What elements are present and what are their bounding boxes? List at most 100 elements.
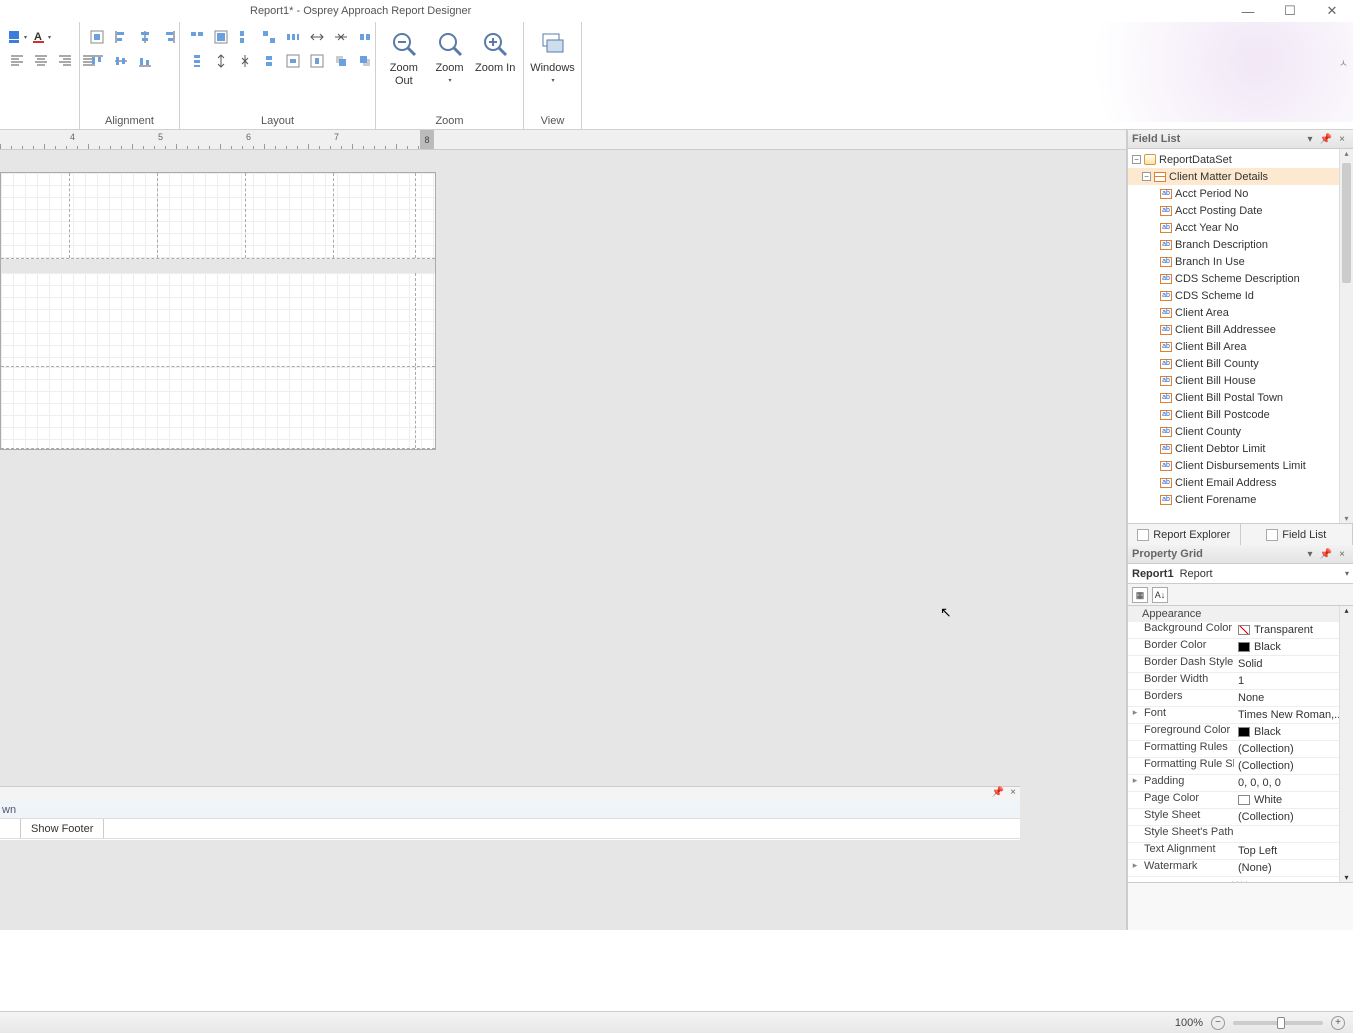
size-to-grid-button[interactable] bbox=[210, 26, 232, 48]
property-value[interactable]: Black bbox=[1234, 724, 1353, 740]
property-row[interactable]: Foreground ColorBlack bbox=[1128, 724, 1353, 741]
panel-close-icon[interactable]: × bbox=[1335, 134, 1349, 145]
field-list-tree[interactable]: − ReportDataSet − Client Matter Details … bbox=[1128, 149, 1353, 523]
tree-field[interactable]: abClient Debtor Limit bbox=[1128, 440, 1353, 457]
vspace-equal-button[interactable] bbox=[186, 50, 208, 72]
tree-field[interactable]: abClient Bill House bbox=[1128, 372, 1353, 389]
align-center-button[interactable] bbox=[30, 50, 52, 72]
bring-to-front-button[interactable] bbox=[330, 50, 352, 72]
tree-field[interactable]: abClient Email Address bbox=[1128, 474, 1353, 491]
tree-field[interactable]: abAcct Period No bbox=[1128, 185, 1353, 202]
tree-root[interactable]: − ReportDataSet bbox=[1128, 151, 1353, 168]
categorize-button[interactable]: ▦ bbox=[1132, 587, 1148, 603]
hspace-decrease-button[interactable] bbox=[330, 26, 352, 48]
property-category[interactable]: Appearance ⌃ bbox=[1128, 606, 1353, 622]
align-lefts-button[interactable] bbox=[110, 26, 132, 48]
property-row[interactable]: Style Sheet's Path bbox=[1128, 826, 1353, 843]
expand-icon[interactable]: ▸ bbox=[1128, 775, 1142, 791]
panel-menu-icon[interactable]: ▾ bbox=[1303, 549, 1317, 560]
align-rights-button[interactable] bbox=[158, 26, 180, 48]
tree-field[interactable]: abClient Bill Postcode bbox=[1128, 406, 1353, 423]
highlight-color-button[interactable]: ▾ bbox=[6, 26, 28, 48]
tree-field[interactable]: abAcct Posting Date bbox=[1128, 202, 1353, 219]
bottom-tab-row[interactable]: wn bbox=[0, 801, 1020, 819]
tree-field[interactable]: abClient County bbox=[1128, 423, 1353, 440]
make-same-width-button[interactable] bbox=[186, 26, 208, 48]
align-bottoms-button[interactable] bbox=[134, 50, 156, 72]
font-color-button[interactable]: A▾ bbox=[30, 26, 52, 48]
hspace-remove-button[interactable] bbox=[354, 26, 376, 48]
tree-field[interactable]: abClient Area bbox=[1128, 304, 1353, 321]
property-value[interactable]: Solid bbox=[1234, 656, 1353, 672]
resize-grip[interactable]: ···· bbox=[1128, 877, 1353, 883]
zoom-button[interactable]: Zoom ▾ bbox=[428, 26, 472, 110]
property-row[interactable]: BordersNone bbox=[1128, 690, 1353, 707]
property-value[interactable]: 1 bbox=[1234, 673, 1353, 689]
property-value[interactable]: (Collection) bbox=[1234, 741, 1353, 757]
bottom-cell-show-footer[interactable]: Show Footer bbox=[21, 819, 104, 838]
tree-field[interactable]: abBranch Description bbox=[1128, 236, 1353, 253]
property-row[interactable]: Border Width1 bbox=[1128, 673, 1353, 690]
property-value[interactable]: Black bbox=[1234, 639, 1353, 655]
panel-pin-icon[interactable]: 📌 bbox=[1319, 134, 1333, 145]
zoom-in-button[interactable]: Zoom In bbox=[473, 26, 517, 110]
make-same-size-button[interactable] bbox=[258, 26, 280, 48]
tree-field[interactable]: abClient Bill Area bbox=[1128, 338, 1353, 355]
report-design-surface[interactable] bbox=[0, 172, 436, 450]
scroll-thumb[interactable] bbox=[1342, 163, 1351, 283]
scroll-down-icon[interactable]: ▾ bbox=[1340, 514, 1353, 523]
expand-icon[interactable]: ▸ bbox=[1128, 860, 1142, 876]
tree-field[interactable]: abClient Forename bbox=[1128, 491, 1353, 508]
property-row[interactable]: Text AlignmentTop Left bbox=[1128, 843, 1353, 860]
property-row[interactable]: ▸FontTimes New Roman,... bbox=[1128, 707, 1353, 724]
align-right-button[interactable] bbox=[54, 50, 76, 72]
property-grid-header[interactable]: Property Grid ▾ 📌 × bbox=[1128, 545, 1353, 564]
property-row[interactable]: ▸Watermark(None) bbox=[1128, 860, 1353, 877]
property-value[interactable]: (Collection) bbox=[1234, 758, 1353, 774]
property-object-selector[interactable]: Report1 Report ▾ bbox=[1128, 564, 1353, 584]
align-middles-button[interactable] bbox=[110, 50, 132, 72]
scroll-up-icon[interactable]: ▴ bbox=[1340, 606, 1353, 615]
property-value[interactable]: 0, 0, 0, 0 bbox=[1234, 775, 1353, 791]
minimize-button[interactable]: — bbox=[1227, 0, 1269, 22]
align-left-button[interactable] bbox=[6, 50, 28, 72]
tree-field[interactable]: abAcct Year No bbox=[1128, 219, 1353, 236]
property-value[interactable]: Transparent bbox=[1234, 622, 1353, 638]
align-tops-button[interactable] bbox=[86, 50, 108, 72]
make-same-height-button[interactable] bbox=[234, 26, 256, 48]
vspace-increase-button[interactable] bbox=[210, 50, 232, 72]
center-horizontal-button[interactable] bbox=[282, 50, 304, 72]
tree-field[interactable]: abClient Bill County bbox=[1128, 355, 1353, 372]
tree-field[interactable]: abClient Disbursements Limit bbox=[1128, 457, 1353, 474]
property-grid-body[interactable]: Appearance ⌃ Background ColorTransparent… bbox=[1128, 606, 1353, 882]
expand-icon[interactable]: − bbox=[1132, 155, 1141, 164]
property-value[interactable]: None bbox=[1234, 690, 1353, 706]
ribbon-collapse-icon[interactable]: ㅅ bbox=[1339, 55, 1348, 70]
property-row[interactable]: Page ColorWhite bbox=[1128, 792, 1353, 809]
property-row[interactable]: Border Dash StyleSolid bbox=[1128, 656, 1353, 673]
align-centers-button[interactable] bbox=[134, 26, 156, 48]
panel-pin-icon[interactable]: 📌 bbox=[1319, 549, 1333, 560]
report-band[interactable] bbox=[1, 367, 435, 449]
property-value[interactable]: White bbox=[1234, 792, 1353, 808]
hspace-equal-button[interactable] bbox=[282, 26, 304, 48]
zoom-out-button[interactable]: Zoom Out bbox=[382, 26, 426, 110]
vspace-decrease-button[interactable] bbox=[234, 50, 256, 72]
tree-field[interactable]: abCDS Scheme Id bbox=[1128, 287, 1353, 304]
property-value[interactable] bbox=[1234, 826, 1353, 842]
center-vertical-button[interactable] bbox=[306, 50, 328, 72]
expand-icon[interactable]: − bbox=[1142, 172, 1151, 181]
tree-field[interactable]: abClient Bill Postal Town bbox=[1128, 389, 1353, 406]
tree-field[interactable]: abCDS Scheme Description bbox=[1128, 270, 1353, 287]
hspace-increase-button[interactable] bbox=[306, 26, 328, 48]
property-row[interactable]: Style Sheet(Collection) bbox=[1128, 809, 1353, 826]
tree-table[interactable]: − Client Matter Details bbox=[1128, 168, 1353, 185]
scroll-up-icon[interactable]: ▴ bbox=[1340, 149, 1353, 158]
panel-menu-icon[interactable]: ▾ bbox=[1303, 134, 1317, 145]
close-button[interactable]: ✕ bbox=[1311, 0, 1353, 22]
panel-close-icon[interactable]: × bbox=[1010, 787, 1016, 801]
panel-pin-icon[interactable]: 📌 bbox=[992, 787, 1004, 801]
field-list-header[interactable]: Field List ▾ 📌 × bbox=[1128, 130, 1353, 149]
tab-report-explorer[interactable]: Report Explorer bbox=[1128, 524, 1241, 545]
property-value[interactable]: Times New Roman,... bbox=[1234, 707, 1353, 723]
